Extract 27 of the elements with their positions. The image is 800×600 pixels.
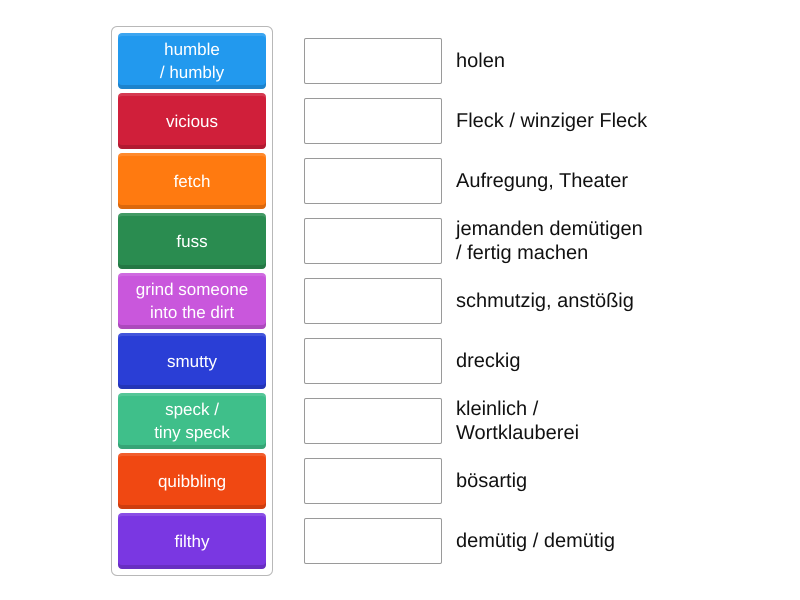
definition-text: kleinlich / Wortklauberei: [456, 397, 580, 445]
word-tile[interactable]: smutty: [118, 333, 266, 389]
word-tile[interactable]: humble / humbly: [118, 33, 266, 89]
word-tile[interactable]: fuss: [118, 213, 266, 269]
word-tile[interactable]: quibbling: [118, 453, 266, 509]
answer-box[interactable]: [304, 158, 442, 204]
definition-text: schmutzig, anstößig: [456, 289, 634, 313]
definition-text: dreckig: [456, 349, 520, 373]
answer-box[interactable]: [304, 38, 442, 84]
definition-text: bösartig: [456, 469, 528, 493]
definition-text: demütig / demütig: [456, 529, 615, 553]
definition-text: Fleck / winziger Fleck: [456, 109, 648, 133]
answer-box[interactable]: [304, 398, 442, 444]
word-tile[interactable]: fetch: [118, 153, 266, 209]
definition-text: jemanden demütigen / fertig machen: [456, 217, 643, 265]
definition-text: holen: [456, 49, 505, 73]
answer-box[interactable]: [304, 338, 442, 384]
definition-text: Aufregung, Theater: [456, 169, 628, 193]
answer-box[interactable]: [304, 518, 442, 564]
answer-box[interactable]: [304, 98, 442, 144]
word-tile[interactable]: vicious: [118, 93, 266, 149]
answer-box[interactable]: [304, 458, 442, 504]
answer-box[interactable]: [304, 278, 442, 324]
answer-box[interactable]: [304, 218, 442, 264]
word-tile[interactable]: speck / tiny speck: [118, 393, 266, 449]
word-tile[interactable]: grind someone into the dirt: [118, 273, 266, 329]
word-tile[interactable]: filthy: [118, 513, 266, 569]
